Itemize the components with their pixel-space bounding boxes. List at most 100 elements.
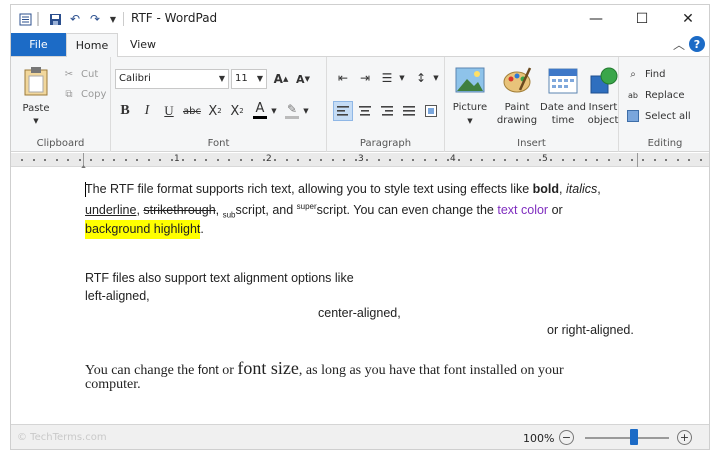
font-family-select[interactable]: Calibri ▼ xyxy=(115,69,229,89)
align-right-icon[interactable] xyxy=(377,101,397,121)
ruler-tick xyxy=(90,159,92,161)
font-size-select[interactable]: 11 ▼ xyxy=(231,69,267,89)
tab-file[interactable]: File xyxy=(11,33,66,56)
ruler-tick xyxy=(423,159,426,161)
maximize-button[interactable]: ☐ xyxy=(619,5,665,33)
font-family-dropdown-icon: ▼ xyxy=(218,74,225,83)
date-time-label-2[interactable]: time xyxy=(539,114,587,127)
tab-home[interactable]: Home xyxy=(66,33,118,57)
picture-icon[interactable] xyxy=(453,65,487,95)
strikethrough-icon[interactable]: abc xyxy=(181,101,203,121)
paint-drawing-icon[interactable] xyxy=(501,65,533,95)
find-button[interactable]: ⌕ Find xyxy=(625,67,665,81)
justify-icon[interactable] xyxy=(399,101,419,121)
replace-button[interactable]: ab Replace xyxy=(625,88,685,102)
ribbon: Paste ▼ ✂ Cut ⧉ Copy Clipboard Calibri ▼ 1… xyxy=(11,56,709,152)
ruler-tick xyxy=(446,159,449,161)
copy-button[interactable]: ⧉ Copy xyxy=(61,87,106,101)
doc-text: . xyxy=(200,222,204,236)
text-color-dropdown-icon[interactable]: ▼ xyxy=(269,101,279,121)
picture-dropdown-icon[interactable]: ▼ xyxy=(465,115,475,128)
cut-button[interactable]: ✂ Cut xyxy=(61,67,98,81)
font-size-dropdown-icon: ▼ xyxy=(256,74,263,83)
document-area[interactable]: The RTF file format supports rich text, … xyxy=(11,168,709,424)
date-time-icon[interactable] xyxy=(547,65,579,95)
ruler-tick xyxy=(285,159,288,161)
zoom-slider-track[interactable] xyxy=(585,437,669,439)
doc-text: , as long as you have that font installe… xyxy=(298,363,564,378)
increase-indent-icon[interactable]: ⇥ xyxy=(355,69,375,87)
underline-icon[interactable]: U xyxy=(159,101,179,121)
highlight-dropdown-icon[interactable]: ▼ xyxy=(301,101,311,121)
paragraph-3-line-1: You can change the font or font size, as… xyxy=(85,358,564,379)
paste-dropdown-icon[interactable]: ▼ xyxy=(31,115,41,128)
paste-button[interactable]: Paste xyxy=(17,102,55,115)
ruler-tick xyxy=(527,159,529,161)
line-spacing-icon[interactable]: ↕ xyxy=(411,69,431,87)
date-time-label-1[interactable]: Date and xyxy=(539,101,587,114)
bold-icon[interactable]: B xyxy=(115,101,135,121)
ruler-tick xyxy=(665,159,667,161)
paint-drawing-label-1[interactable]: Paint xyxy=(495,101,539,114)
insert-object-label-2[interactable]: object xyxy=(585,114,621,127)
undo-icon[interactable]: ↶ xyxy=(67,11,83,27)
paint-drawing-label-2[interactable]: drawing xyxy=(495,114,539,127)
ruler-tick xyxy=(308,159,311,161)
bullet-list-icon[interactable]: ☰ xyxy=(377,69,397,87)
select-all-label: Select all xyxy=(645,110,691,122)
ruler-number: 1 xyxy=(174,154,180,164)
align-left-icon[interactable] xyxy=(333,101,353,121)
text-color-icon[interactable]: A xyxy=(251,99,269,121)
italic-text: italics xyxy=(566,182,598,196)
paragraph-group: ⇤ ⇥ ☰ ▼ ↕ ▼ Paragraph xyxy=(327,57,445,152)
close-button[interactable]: ✕ xyxy=(665,5,709,33)
minimize-button[interactable]: — xyxy=(573,5,619,33)
ruler-tick xyxy=(297,159,299,161)
decrease-indent-icon[interactable]: ⇤ xyxy=(333,69,353,87)
redo-icon[interactable]: ↷ xyxy=(87,11,103,27)
scissors-icon: ✂ xyxy=(64,68,74,80)
ruler-tick xyxy=(320,159,322,161)
align-center-icon[interactable] xyxy=(355,101,375,121)
paragraph-group-label: Paragraph xyxy=(359,138,412,149)
italic-icon[interactable]: I xyxy=(137,101,157,121)
select-all-button[interactable]: Select all xyxy=(625,109,691,123)
zoom-out-icon[interactable]: − xyxy=(559,430,574,445)
help-icon[interactable]: ? xyxy=(689,36,705,52)
save-icon[interactable] xyxy=(47,11,63,27)
line-spacing-dropdown-icon[interactable]: ▼ xyxy=(431,69,441,87)
subscript-icon[interactable]: X2 xyxy=(205,101,225,121)
ruler-tick xyxy=(607,159,610,161)
highlighted-text: background highlight xyxy=(85,220,201,239)
underline-text: underline xyxy=(85,203,137,218)
collapse-ribbon-icon[interactable]: ︿ xyxy=(673,36,685,53)
right-margin-marker[interactable] xyxy=(637,153,638,167)
indent-marker-icon[interactable] xyxy=(79,161,88,171)
watermark: © TechTerms.com xyxy=(17,432,107,443)
ruler-tick xyxy=(619,159,621,161)
insert-object-label-1[interactable]: Insert xyxy=(585,101,621,114)
customize-quick-access-icon[interactable]: ▼ xyxy=(107,11,119,27)
paragraph-settings-icon[interactable] xyxy=(421,101,441,121)
app-menu-icon[interactable] xyxy=(17,11,33,27)
insert-group-label: Insert xyxy=(517,138,546,149)
ruler-tick xyxy=(596,159,598,161)
paste-icon[interactable] xyxy=(23,65,49,97)
font-group: Calibri ▼ 11 ▼ A ▲ A ▼ B I U abc X2 X2 A ▼… xyxy=(111,57,327,152)
ruler-tick xyxy=(676,159,679,161)
shrink-font-icon[interactable]: A ▼ xyxy=(293,69,313,89)
paragraph-1-line-1: The RTF file format supports rich text, … xyxy=(85,182,601,196)
bullet-list-dropdown-icon[interactable]: ▼ xyxy=(397,69,407,87)
ruler-tick xyxy=(170,159,173,161)
picture-button[interactable]: Picture xyxy=(445,101,495,114)
grow-font-icon[interactable]: A ▲ xyxy=(271,69,291,89)
tab-view[interactable]: View xyxy=(121,33,165,56)
insert-object-icon[interactable] xyxy=(589,65,619,95)
ruler[interactable]: 1 2 3 4 5 xyxy=(11,153,709,171)
font-family-value: Calibri xyxy=(119,73,151,84)
superscript-icon[interactable]: X2 xyxy=(227,101,247,121)
ruler-tick xyxy=(343,159,345,161)
highlight-color-icon[interactable]: ✎ xyxy=(283,99,301,121)
zoom-in-icon[interactable]: + xyxy=(677,430,692,445)
zoom-slider-thumb[interactable] xyxy=(629,429,638,445)
